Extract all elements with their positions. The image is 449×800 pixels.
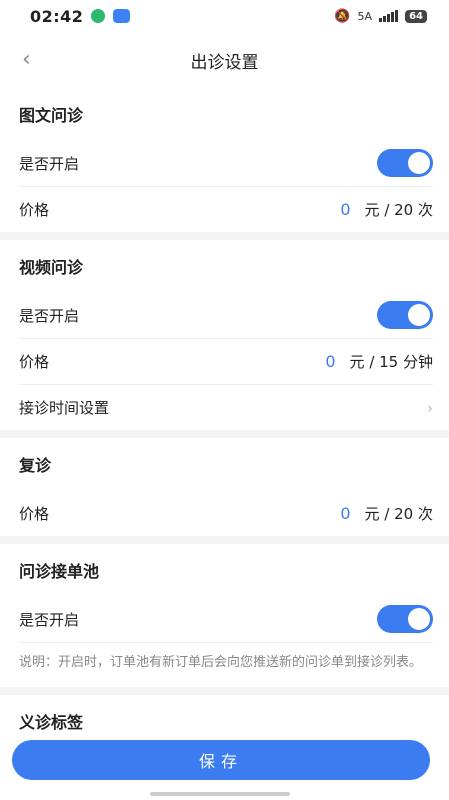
price-value: 0: [340, 200, 351, 219]
price-label: 价格: [19, 353, 50, 371]
schedule-label: 接诊时间设置: [19, 399, 110, 417]
footer: 保存: [0, 740, 449, 800]
order-pool-toggle[interactable]: [377, 605, 433, 633]
price-value: 0: [340, 503, 351, 523]
price-row[interactable]: 价格 0 元 / 20 次: [19, 490, 433, 536]
enable-label: 是否开启: [19, 154, 80, 173]
price: 0 元 / 20 次: [340, 503, 433, 524]
status-left: 02:42: [30, 6, 131, 26]
nav-bar: ‹ 出诊设置: [0, 32, 449, 88]
price-value: 0: [325, 352, 336, 371]
video-consult-toggle[interactable]: [377, 301, 433, 329]
back-chevron-icon[interactable]: ‹: [22, 47, 31, 72]
price: 0 元 / 15 分钟: [325, 351, 433, 372]
price-row[interactable]: 价格 0 元 / 20 次: [19, 186, 433, 232]
chevron-right-icon: ›: [427, 398, 433, 417]
mute-bell-icon: 🔕: [334, 8, 351, 24]
section-text-consult: 图文问诊 是否开启 价格 0 元 / 20 次: [0, 88, 449, 232]
status-bar: 02:42 🔕 5A 64: [0, 0, 449, 32]
status-time: 02:42: [30, 6, 84, 26]
enable-row: 是否开启: [19, 140, 433, 186]
price: 0 元 / 20 次: [340, 199, 433, 220]
enable-row: 是否开启: [19, 292, 433, 338]
section-video-consult: 视频问诊 是否开启 价格 0 元 / 15 分钟 接诊时间设置 ›: [0, 240, 449, 430]
enable-label: 是否开启: [19, 306, 80, 325]
network-label: 5A: [357, 9, 373, 23]
wechat-pay-icon: [91, 9, 106, 23]
price-label: 价格: [19, 504, 50, 523]
home-indicator: [150, 792, 290, 796]
price-unit: 元 / 15 分钟: [349, 353, 433, 371]
text-consult-toggle[interactable]: [377, 149, 433, 177]
status-right: 🔕 5A 64: [334, 9, 427, 24]
battery-icon: 64: [405, 9, 427, 23]
signal-icon: [379, 10, 399, 22]
section-title: 视频问诊: [19, 258, 84, 277]
price-unit: 元 / 20 次: [364, 504, 433, 523]
price-unit: 元 / 20 次: [364, 201, 433, 219]
save-button[interactable]: 保存: [12, 740, 430, 780]
message-icon: [113, 9, 131, 23]
section-title: 图文问诊: [19, 106, 84, 125]
order-pool-note: 说明：开启时，订单池有新订单后会向您推送新的问诊单到接诊列表。: [19, 642, 433, 687]
section-order-pool: 问诊接单池 是否开启 说明：开启时，订单池有新订单后会向您推送新的问诊单到接诊列…: [0, 544, 449, 687]
enable-row: 是否开启: [19, 596, 433, 642]
price-row[interactable]: 价格 0 元 / 15 分钟: [19, 338, 433, 384]
section-title: 复诊: [19, 456, 52, 475]
section-follow-up: 复诊 价格 0 元 / 20 次: [0, 438, 449, 536]
enable-label: 是否开启: [19, 610, 80, 629]
schedule-row[interactable]: 接诊时间设置 ›: [19, 384, 433, 430]
page-title: 出诊设置: [190, 52, 259, 73]
section-title: 问诊接单池: [19, 562, 100, 581]
price-label: 价格: [19, 201, 50, 219]
